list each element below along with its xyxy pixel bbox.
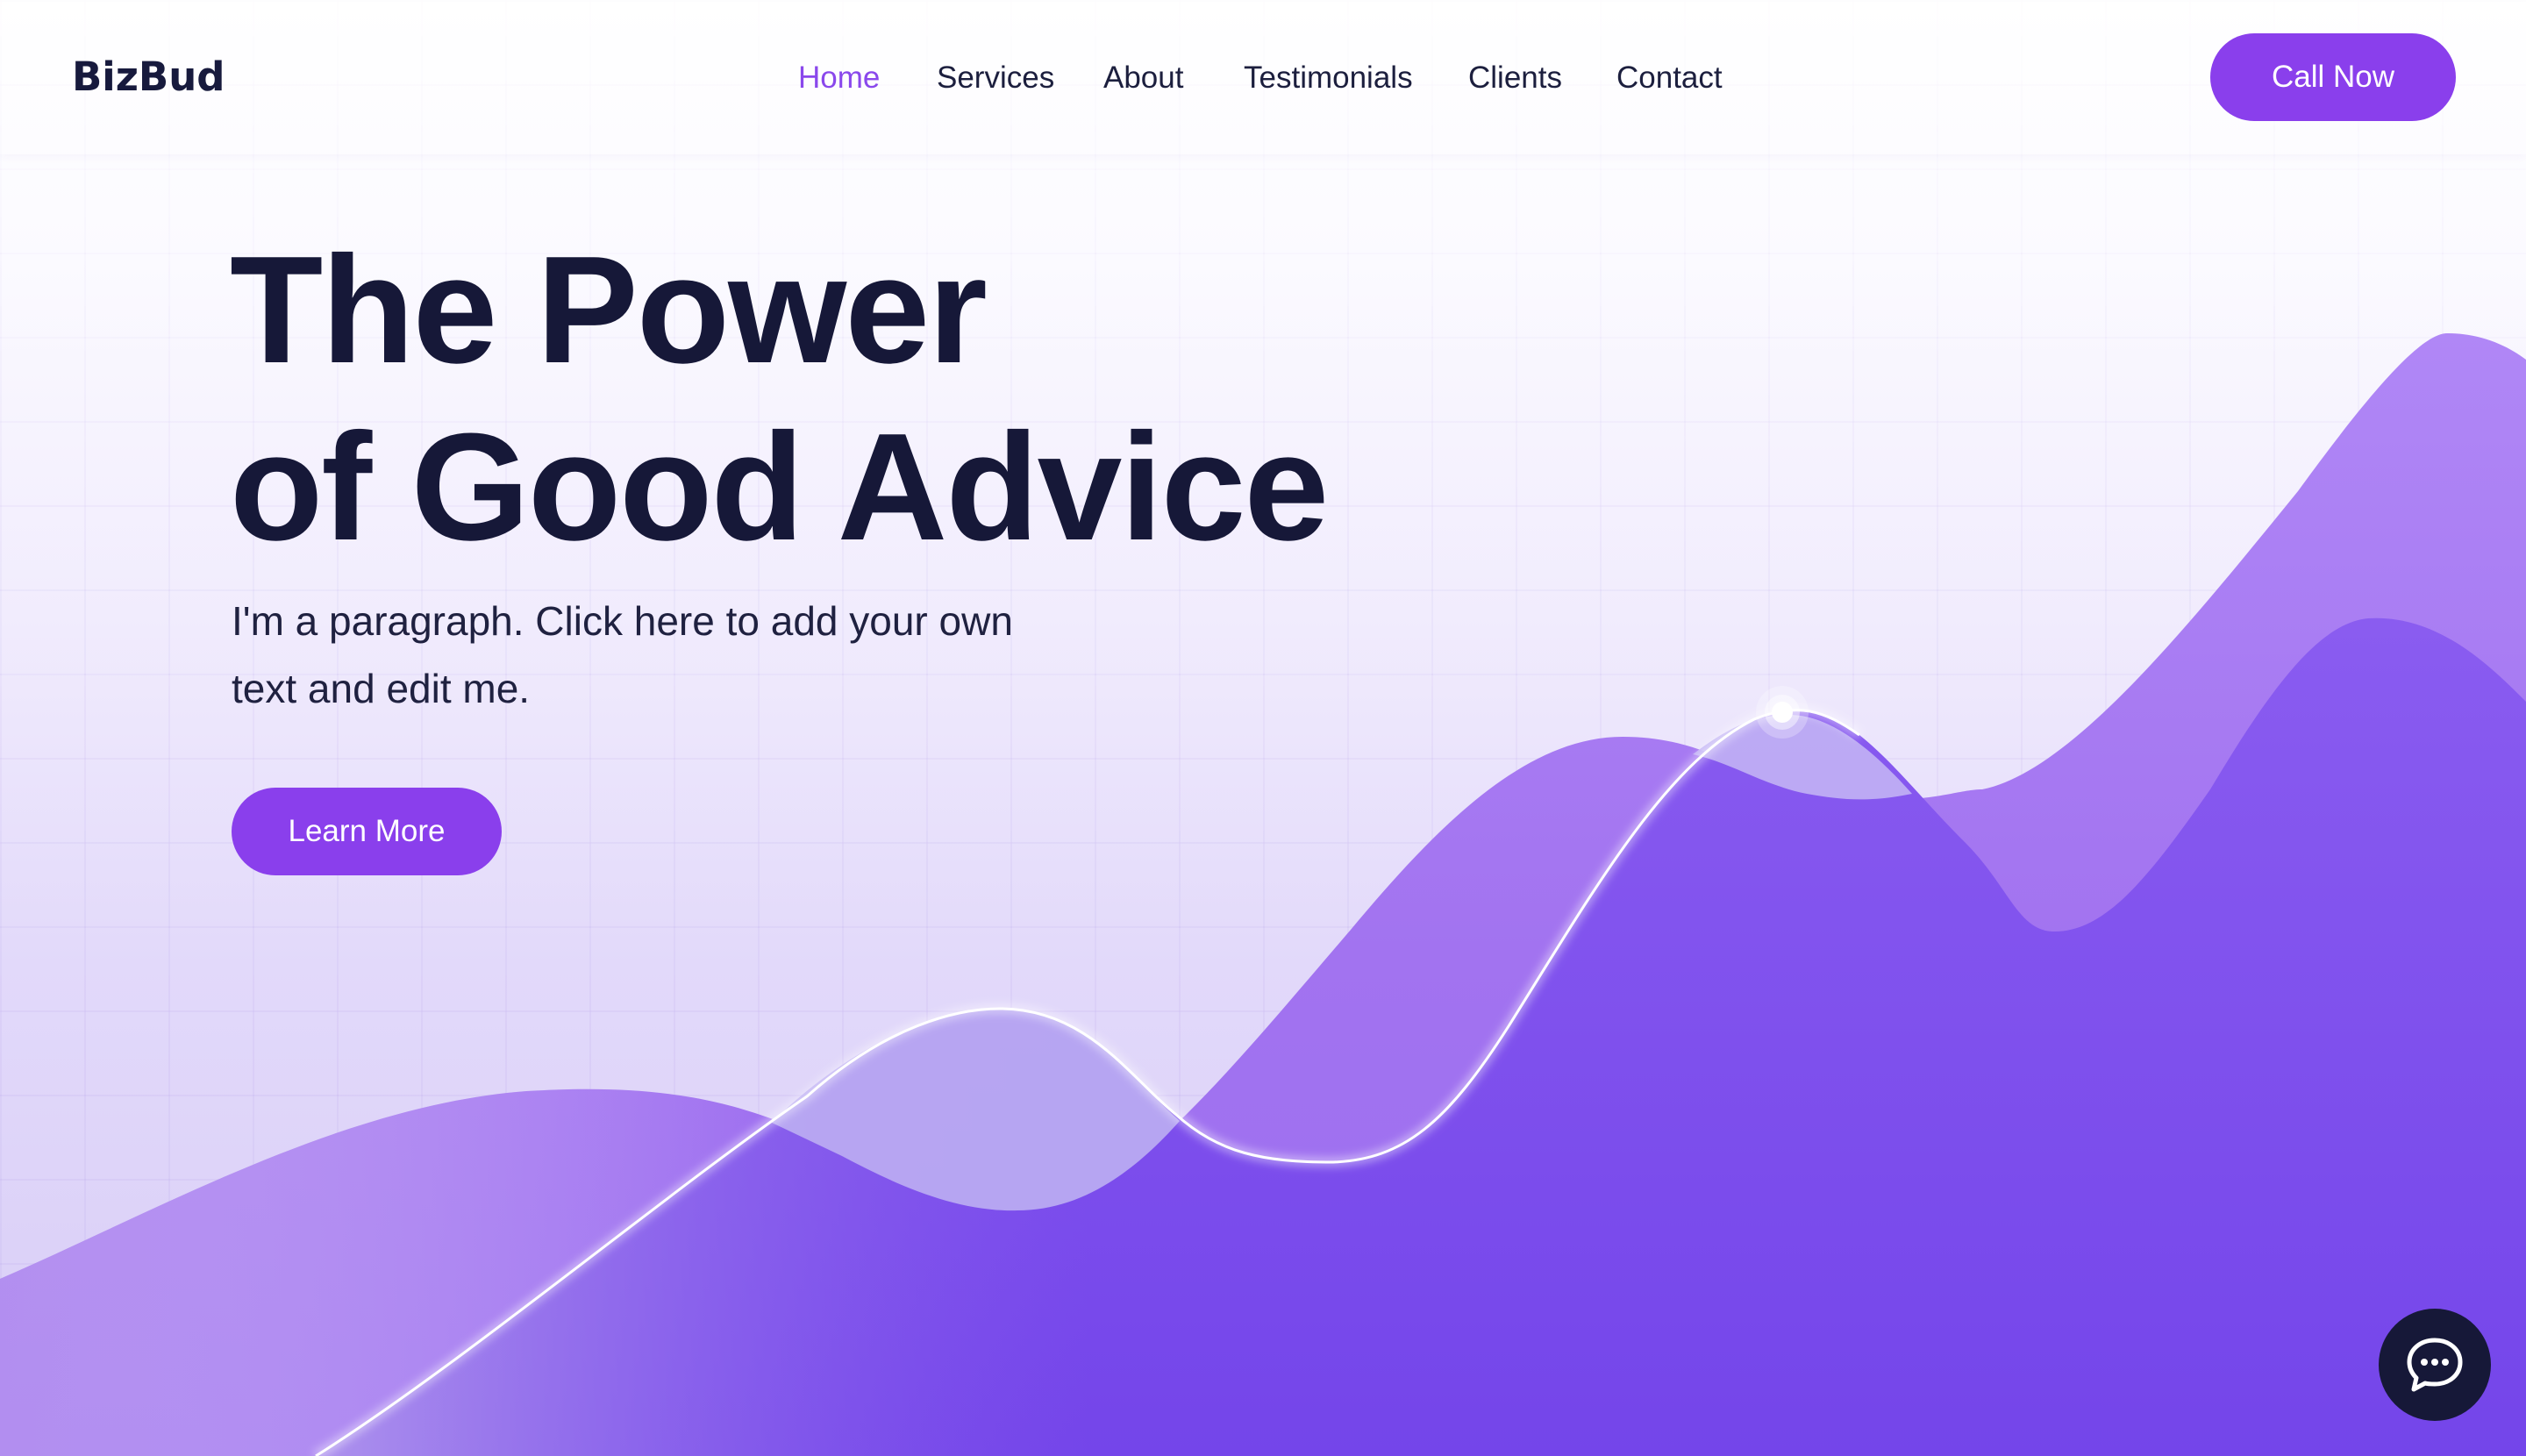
site-header: BizBud Home Services About Testimonials … bbox=[0, 0, 2526, 154]
hero-title: The Power of Good Advice bbox=[230, 221, 1329, 575]
chat-button[interactable] bbox=[2379, 1309, 2491, 1421]
learn-more-button[interactable]: Learn More bbox=[232, 788, 502, 875]
nav-item-contact[interactable]: Contact bbox=[1616, 56, 1723, 100]
hero-title-line-1: The Power bbox=[230, 224, 988, 395]
brand-logo[interactable]: BizBud bbox=[72, 51, 225, 103]
nav-item-testimonials[interactable]: Testimonials bbox=[1244, 56, 1413, 100]
peak-marker-dot bbox=[1772, 702, 1793, 723]
nav-item-about[interactable]: About bbox=[1103, 56, 1183, 100]
nav-item-home[interactable]: Home bbox=[798, 56, 880, 100]
nav-item-clients[interactable]: Clients bbox=[1468, 56, 1562, 100]
nav-item-services[interactable]: Services bbox=[937, 56, 1054, 100]
hero-paragraph[interactable]: I'm a paragraph. Click here to add your … bbox=[232, 588, 1021, 723]
call-now-button[interactable]: Call Now bbox=[2210, 33, 2456, 121]
hero-title-line-2: of Good Advice bbox=[230, 401, 1329, 572]
hero-wave-graphic bbox=[0, 333, 2526, 1456]
page: BizBud Home Services About Testimonials … bbox=[0, 0, 2526, 1456]
chat-bubble-icon bbox=[2407, 1338, 2463, 1392]
